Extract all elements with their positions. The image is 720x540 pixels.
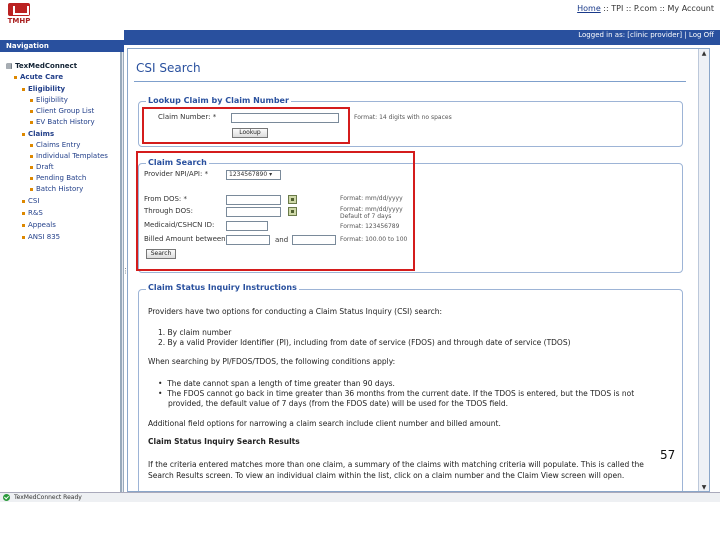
tpi-link[interactable]: TPI [611,4,623,13]
scroll-up-icon[interactable]: ▲ [700,50,708,58]
home-link[interactable]: Home [577,4,601,13]
bullet-icon [30,109,33,113]
nav-splitter[interactable]: ⋮ [121,52,129,492]
content-scrollbar[interactable]: ▲ ▼ [698,49,709,491]
instructions-option-1: 1. By claim number [158,328,232,337]
instructions-bullet-1: • The date cannot span a length of time … [158,379,395,388]
tmhp-logo: TMHP [4,3,34,25]
nav-item-csi[interactable]: CSI [22,197,39,205]
nav-item-claims-entry[interactable]: Claims Entry [30,141,80,149]
instructions-conditions: When searching by PI/FDOS/TDOS, the foll… [148,357,396,366]
nav-item-draft[interactable]: Draft [30,163,54,171]
instructions-results-1: If the criteria entered matches more tha… [148,460,644,469]
nav-root-texmedconnect[interactable]: ▤ TexMedConnect [6,62,77,70]
scroll-down-icon[interactable]: ▼ [700,484,708,491]
nav-item-appeals[interactable]: Appeals [22,221,56,229]
bullet-icon [30,176,33,180]
nav-item-claims[interactable]: Claims [22,130,54,138]
instructions-results-heading: Claim Status Inquiry Search Results [148,437,300,446]
top-links: Home :: TPI :: P.com :: My Account [577,4,714,13]
logo-text: TMHP [7,17,31,25]
top-bar: TMHP Home :: TPI :: P.com :: My Account [0,0,720,28]
bullet-icon [30,98,33,102]
instructions-legend: Claim Status Inquiry Instructions [146,283,299,292]
bullet-icon [22,223,25,227]
nav-item-individual-templates[interactable]: Individual Templates [30,152,108,160]
my-account-link[interactable]: My Account [668,4,714,13]
lookup-legend: Lookup Claim by Claim Number [146,96,291,105]
blue-rule [124,40,720,45]
page-number: 57 [660,448,676,462]
ready-check-icon [3,494,10,501]
nav-item-ev-batch-history[interactable]: EV Batch History [30,118,95,126]
folder-icon: ▤ [6,62,13,70]
claim-search-highlight [136,151,415,271]
nav-item-pending-batch[interactable]: Pending Batch [30,174,86,182]
nav-item-rs[interactable]: R&S [22,209,43,217]
instructions-bullet-2: • The FDOS cannot go back in time greate… [158,389,635,398]
instructions-results-2: Search Results screen. To view an indivi… [148,471,625,480]
instructions-additional: Additional field options for narrowing a… [148,419,501,428]
lookup-highlight [142,107,350,144]
nav-item-acute-care[interactable]: Acute Care [14,73,63,81]
logo-mark-icon [8,3,30,16]
nav-item-eligibility[interactable]: Eligibility [22,85,65,93]
title-rule [134,81,686,82]
bullet-icon [30,165,33,169]
status-bar: TexMedConnect Ready [0,492,720,502]
bullet-icon [30,120,33,124]
page-title: CSI Search [136,61,201,75]
bullet-icon [22,235,25,239]
bullet-icon [14,75,17,79]
claim-number-hint: Format: 14 digits with no spaces [354,114,452,121]
bullet-icon [30,143,33,147]
bullet-icon [22,199,25,203]
nav-item-eligibility-sub[interactable]: Eligibility [30,96,68,104]
content-pane: CSI Search Lookup Claim by Claim Number … [127,48,710,492]
nav-item-ansi-835[interactable]: ANSI 835 [22,233,60,241]
nav-item-batch-history[interactable]: Batch History [30,185,83,193]
bullet-icon [22,211,25,215]
nav-item-client-group-list[interactable]: Client Group List [30,107,94,115]
status-text: TexMedConnect Ready [14,494,82,501]
pcom-link[interactable]: P.com [634,4,657,13]
navigation-tree: ▤ TexMedConnect Acute Care Eligibility E… [0,52,121,492]
instructions-option-2: 2. By a valid Provider Identifier (PI), … [158,338,571,347]
bullet-icon [30,154,33,158]
bullet-icon [30,187,33,191]
instructions-intro: Providers have two options for conductin… [148,307,443,316]
bullet-icon [22,87,25,91]
user-info[interactable]: Logged in as: [clinic provider] | Log Of… [124,30,720,40]
nav-header: Navigation [0,40,124,52]
instructions-bullet-2-cont: provided, the default value of 7 days (f… [168,399,509,408]
bullet-icon [22,132,25,136]
